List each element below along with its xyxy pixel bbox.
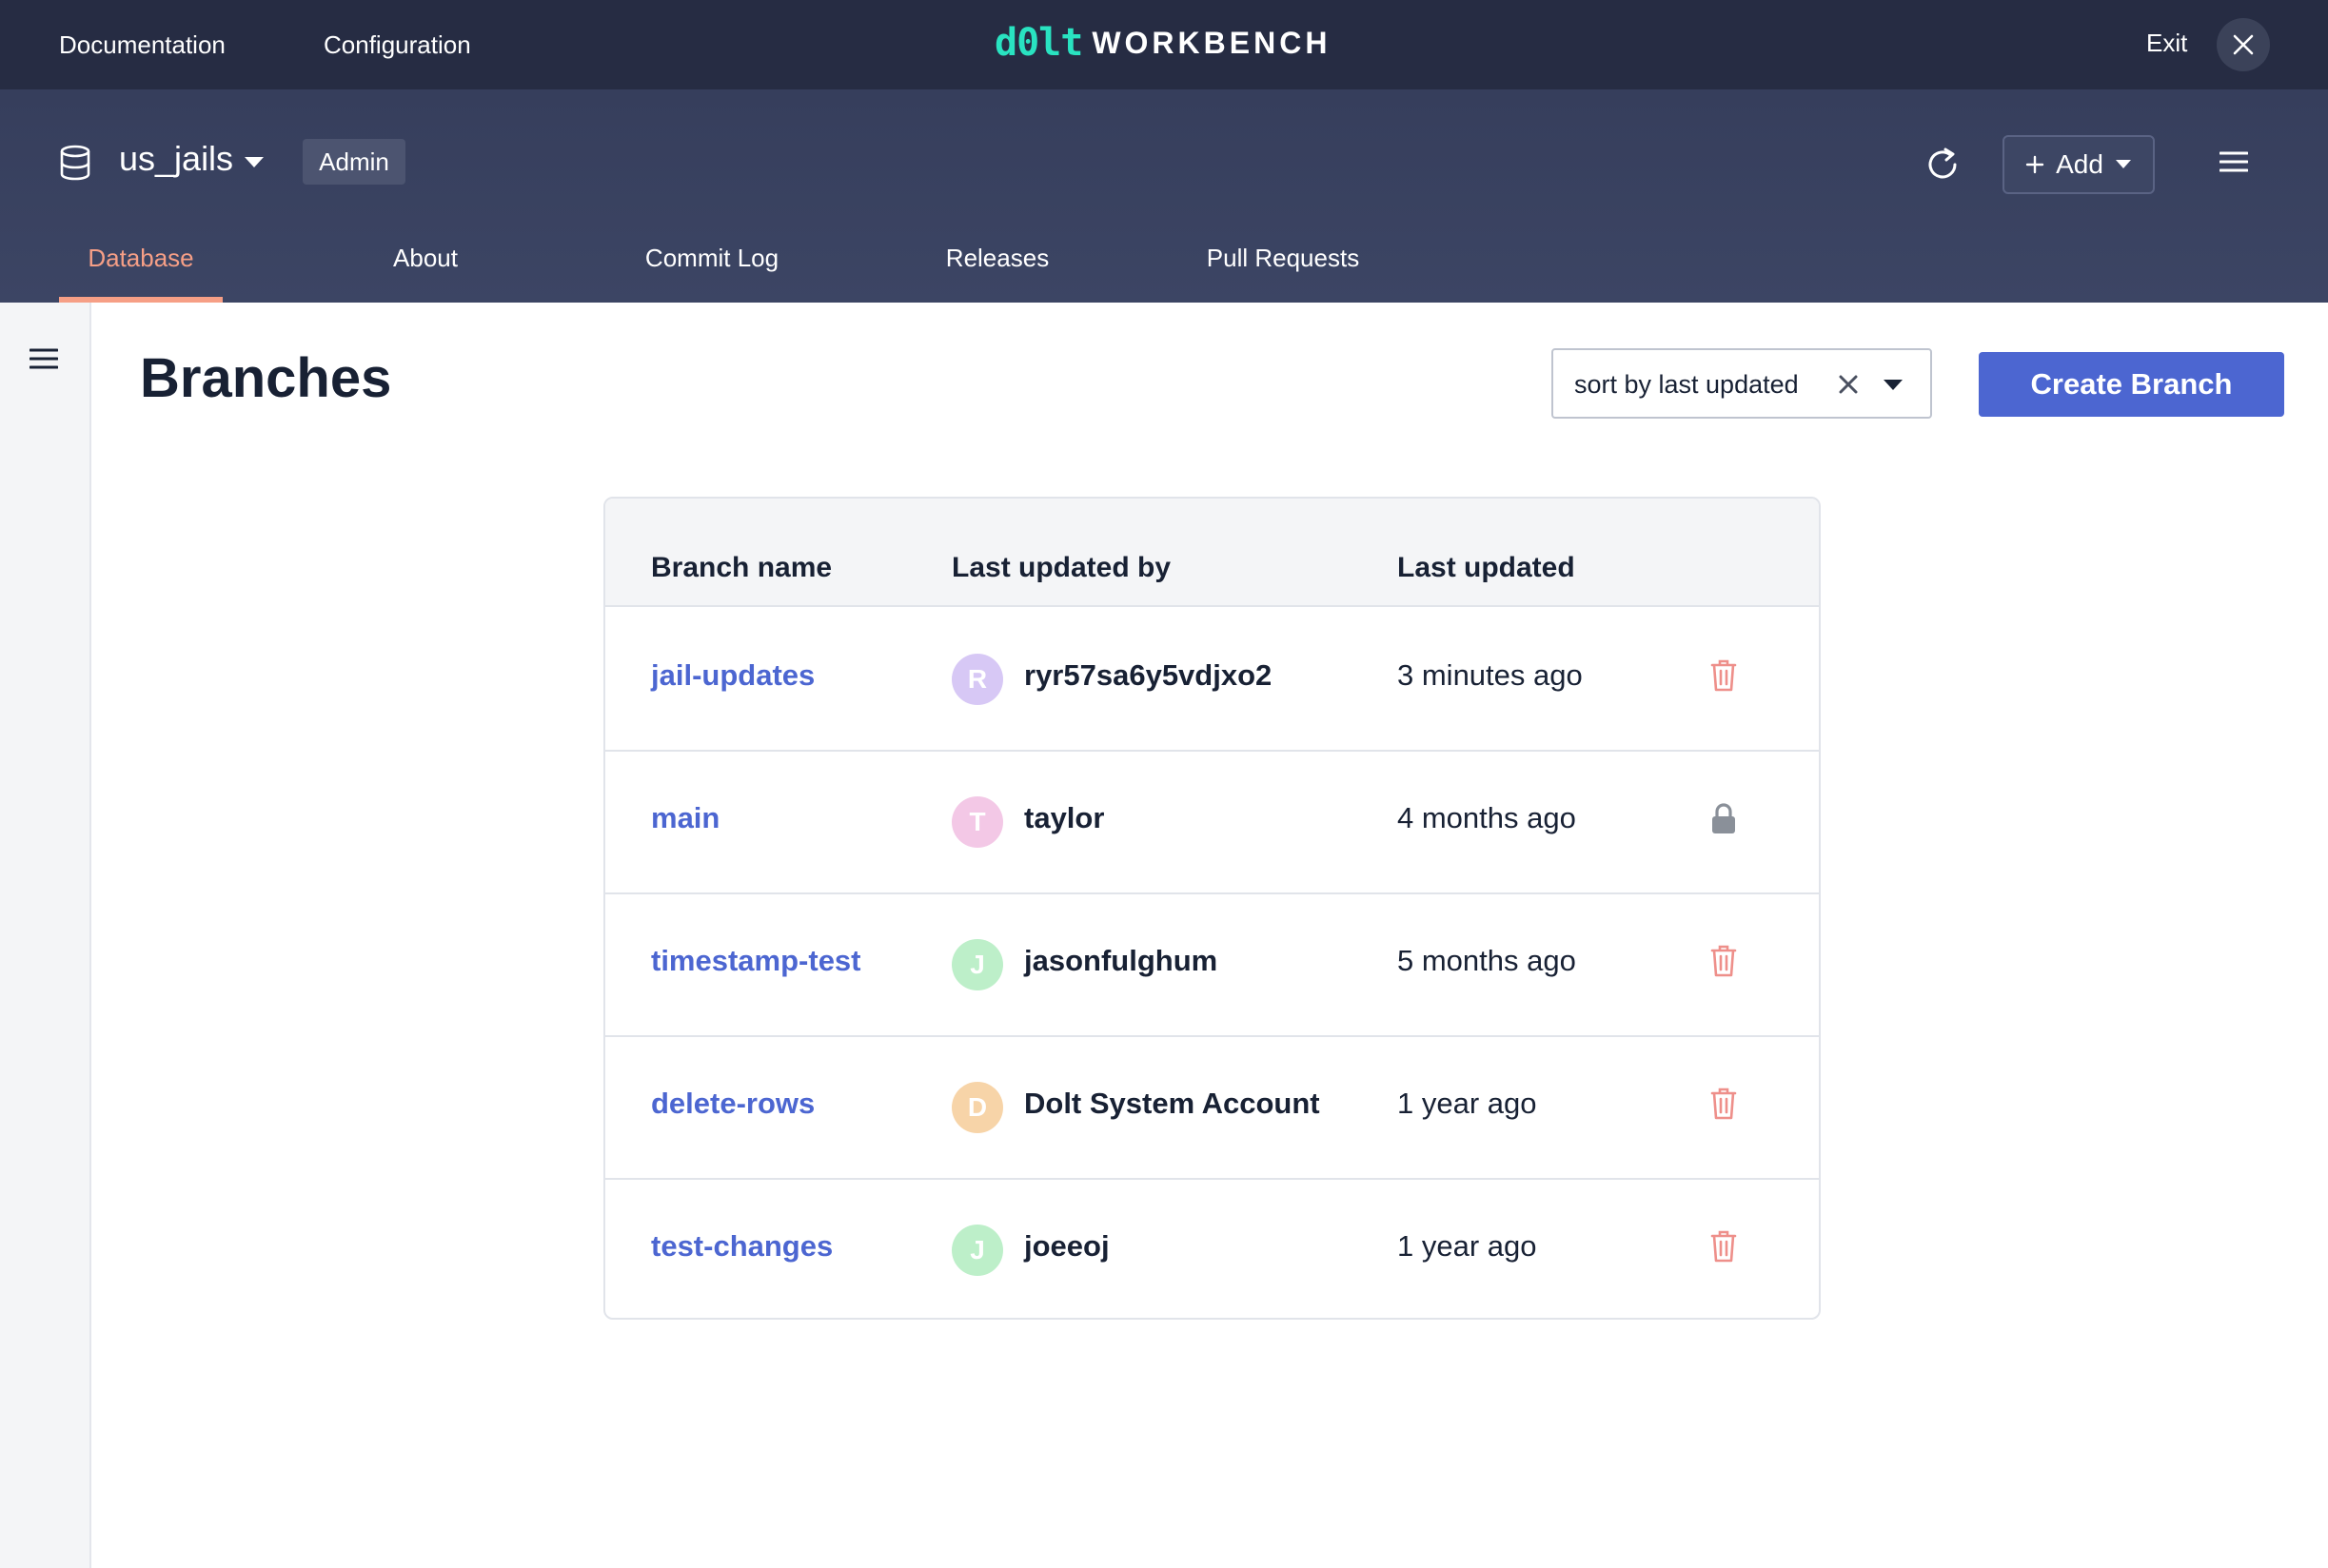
- clear-icon[interactable]: [1839, 375, 1858, 394]
- close-icon: [2233, 34, 2254, 55]
- plus-icon: [2025, 155, 2044, 174]
- logo-dolt-text: d0lt: [995, 21, 1083, 65]
- add-button-label: Add: [2056, 149, 2103, 179]
- add-button[interactable]: Add: [2002, 135, 2155, 194]
- header-last-updated: Last updated: [1397, 552, 1575, 583]
- lock-icon: [1709, 801, 1738, 840]
- tab-pull-requests[interactable]: Pull Requests: [1195, 232, 1371, 303]
- branches-table: Branch name Last updated by Last updated…: [603, 497, 1821, 1320]
- avatar: J: [952, 1225, 1003, 1276]
- updated-by-user: joeeoj: [1024, 1229, 1110, 1263]
- last-updated-time: 3 minutes ago: [1397, 658, 1583, 692]
- branch-link[interactable]: jail-updates: [651, 658, 815, 693]
- configuration-link[interactable]: Configuration: [324, 29, 471, 61]
- refresh-icon[interactable]: [1924, 147, 1961, 183]
- last-updated-time: 1 year ago: [1397, 1229, 1537, 1263]
- updated-by-user: jasonfulghum: [1024, 944, 1218, 977]
- tab-database[interactable]: Database: [59, 232, 223, 303]
- trash-icon[interactable]: [1709, 1087, 1738, 1126]
- database-icon: [60, 145, 90, 181]
- header-last-updated-by: Last updated by: [952, 552, 1172, 583]
- logo-workbench-text: WORKBENCH: [1092, 25, 1332, 60]
- last-updated-time: 1 year ago: [1397, 1087, 1537, 1120]
- database-header: us_jails Admin Add Database About Commit…: [0, 89, 2328, 303]
- exit-button[interactable]: [2217, 18, 2270, 71]
- table-row: jail-updates Rryr57sa6y5vdjxo2 3 minutes a…: [605, 609, 1819, 752]
- avatar: R: [952, 654, 1003, 705]
- last-updated-time: 5 months ago: [1397, 944, 1576, 977]
- documentation-link[interactable]: Documentation: [59, 29, 226, 61]
- avatar: D: [952, 1082, 1003, 1133]
- dolt-workbench-logo: d0lt WORKBENCH: [995, 19, 1331, 67]
- updated-by-user: Dolt System Account: [1024, 1087, 1320, 1120]
- branch-link[interactable]: delete-rows: [651, 1087, 815, 1121]
- table-header: Branch name Last updated by Last updated: [605, 499, 1819, 607]
- table-row: timestamp-test Jjasonfulghum 5 months ago: [605, 894, 1819, 1037]
- trash-icon[interactable]: [1709, 944, 1738, 983]
- chevron-down-icon[interactable]: [1883, 379, 1904, 391]
- tab-commit-log[interactable]: Commit Log: [624, 232, 799, 303]
- trash-icon[interactable]: [1709, 658, 1738, 697]
- menu-icon[interactable]: [2219, 150, 2248, 173]
- exit-link[interactable]: Exit: [2146, 29, 2187, 58]
- trash-icon[interactable]: [1709, 1229, 1738, 1268]
- table-row: delete-rows D Dolt System Account 1 year ag…: [605, 1037, 1819, 1180]
- branch-link[interactable]: timestamp-test: [651, 944, 861, 978]
- updated-by-user: taylor: [1024, 801, 1105, 834]
- left-sidebar: [0, 303, 91, 1568]
- top-bar: Documentation Configuration d0lt WORKBEN…: [0, 0, 2328, 89]
- branch-link[interactable]: test-changes: [651, 1229, 833, 1264]
- chevron-down-icon[interactable]: [244, 156, 265, 169]
- sort-select[interactable]: sort by last updated: [1551, 348, 1932, 419]
- updated-by-user: ryr57sa6y5vdjxo2: [1024, 658, 1273, 692]
- sort-select-value: sort by last updated: [1574, 370, 1799, 399]
- table-row: test-changes Jjoeeoj 1 year ago: [605, 1180, 1819, 1318]
- last-updated-time: 4 months ago: [1397, 801, 1576, 834]
- database-name[interactable]: us_jails: [119, 139, 233, 179]
- chevron-down-icon: [2115, 160, 2131, 168]
- branch-link[interactable]: main: [651, 801, 720, 835]
- create-branch-button[interactable]: Create Branch: [1979, 352, 2284, 417]
- avatar: J: [952, 939, 1003, 990]
- avatar: T: [952, 796, 1003, 848]
- table-row: main Ttaylor 4 months ago: [605, 752, 1819, 894]
- tab-releases[interactable]: Releases: [931, 232, 1064, 303]
- header-branch-name: Branch name: [651, 552, 833, 583]
- database-tabs: Database About Commit Log Releases Pull …: [0, 232, 2328, 303]
- page-title: Branches: [140, 347, 392, 409]
- tab-about[interactable]: About: [364, 232, 487, 303]
- sidebar-toggle-icon[interactable]: [30, 348, 58, 369]
- role-badge: Admin: [303, 139, 405, 185]
